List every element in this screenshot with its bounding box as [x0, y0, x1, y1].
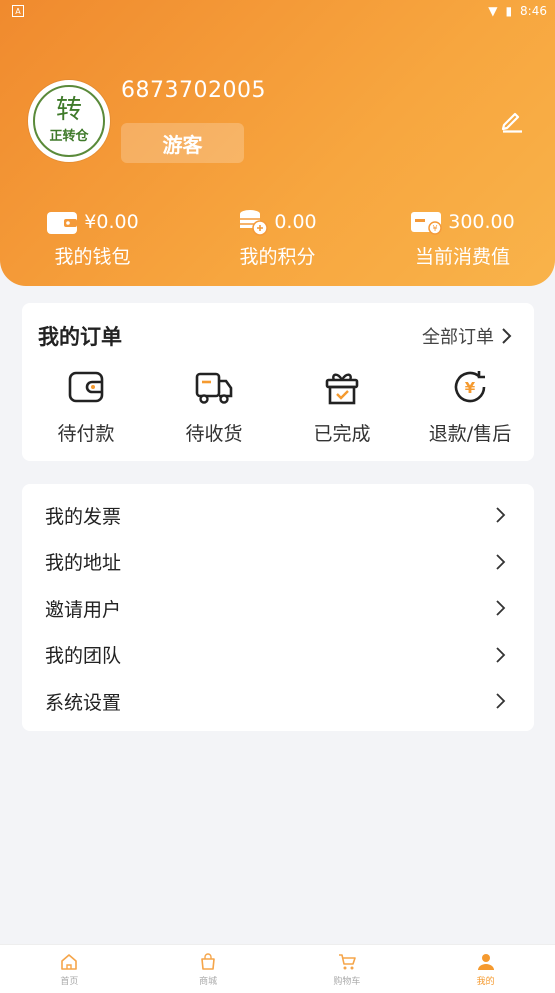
- wallet-icon: [68, 371, 104, 403]
- order-pending-payment[interactable]: 待付款: [22, 367, 150, 446]
- order-completed-label: 已完成: [313, 423, 371, 445]
- order-pending-receipt[interactable]: 待收货: [150, 367, 278, 446]
- gift-icon: [325, 373, 359, 405]
- svg-text:¥: ¥: [465, 379, 476, 397]
- notification-icon: A: [12, 5, 24, 17]
- consumption-label: 当前消费值: [414, 246, 510, 268]
- order-refund-label: 退款/售后: [428, 423, 512, 445]
- menu-item-address[interactable]: 我的地址: [22, 539, 534, 586]
- status-time: 8:46: [520, 4, 547, 18]
- user-id: 6873702005: [121, 78, 266, 103]
- tab-label: 我的: [476, 976, 495, 987]
- order-completed[interactable]: 已完成: [278, 367, 406, 446]
- menu-item-label: 系统设置: [45, 691, 122, 714]
- tab-label: 首页: [60, 976, 79, 987]
- tab-bar: 首页 商城 购物车 我的: [0, 944, 555, 993]
- stat-wallet[interactable]: ¥0.00 我的钱包: [0, 206, 185, 269]
- logo-icon: 转 正转仓: [33, 85, 105, 157]
- wallet-label: 我的钱包: [54, 246, 131, 268]
- menu-item-label: 邀请用户: [45, 598, 122, 621]
- coins-icon: [240, 210, 269, 236]
- status-bar: A ▼ ▮ 8:46: [0, 0, 555, 22]
- all-orders-link[interactable]: 全部订单: [422, 323, 512, 349]
- chevron-right-icon: [496, 600, 506, 616]
- chevron-right-icon: [496, 693, 506, 709]
- chevron-right-icon: [496, 554, 506, 570]
- wifi-icon: ▼: [488, 4, 498, 18]
- refund-icon: ¥: [454, 371, 486, 403]
- tab-mine[interactable]: 我的: [416, 945, 555, 993]
- menu-item-settings[interactable]: 系统设置: [22, 678, 534, 725]
- edit-icon[interactable]: [499, 107, 525, 133]
- menu-item-invoice[interactable]: 我的发票: [22, 492, 534, 539]
- order-pending-payment-label: 待付款: [57, 423, 115, 445]
- tab-cart[interactable]: 购物车: [278, 945, 417, 993]
- battery-icon: ▮: [505, 4, 513, 18]
- order-refund[interactable]: ¥ 退款/售后: [406, 367, 534, 446]
- menu-item-label: 我的发票: [45, 505, 122, 528]
- consumption-value: 300.00: [448, 211, 515, 233]
- stat-consumption[interactable]: ¥ 300.00 当前消费值: [370, 206, 555, 269]
- menu-item-label: 我的地址: [45, 552, 122, 575]
- orders-title: 我的订单: [38, 325, 122, 349]
- avatar[interactable]: 转 正转仓: [28, 80, 110, 162]
- stat-points[interactable]: 0.00 我的积分: [185, 206, 370, 269]
- wallet-value: ¥0.00: [84, 211, 139, 233]
- orders-card: 我的订单 全部订单 待付款 待收货 已完成 ¥ 退款/售后: [22, 303, 534, 461]
- menu-item-team[interactable]: 我的团队: [22, 632, 534, 679]
- tab-label: 购物车: [333, 976, 361, 987]
- tab-mall[interactable]: 商城: [139, 945, 278, 993]
- role-badge: 游客: [121, 123, 244, 163]
- chevron-right-icon: [502, 328, 512, 344]
- all-orders-label: 全部订单: [422, 327, 494, 348]
- tab-home[interactable]: 首页: [0, 945, 139, 993]
- cart-icon: [338, 953, 356, 969]
- order-pending-receipt-label: 待收货: [185, 423, 243, 445]
- points-value: 0.00: [274, 211, 317, 233]
- menu-item-invite[interactable]: 邀请用户: [22, 585, 534, 632]
- points-label: 我的积分: [239, 246, 316, 268]
- order-status-row: 待付款 待收货 已完成 ¥ 退款/售后: [22, 367, 534, 446]
- svg-text:转: 转: [56, 95, 82, 125]
- truck-icon: [195, 372, 233, 404]
- menu-card: 我的发票 我的地址 邀请用户 我的团队 系统设置: [22, 484, 534, 731]
- card-icon: ¥: [411, 212, 442, 235]
- chevron-right-icon: [496, 647, 506, 663]
- home-icon: [61, 953, 78, 970]
- menu-item-label: 我的团队: [45, 645, 122, 668]
- avatar-logo-text: 正转仓: [49, 128, 89, 144]
- wallet-icon: [47, 212, 78, 234]
- chevron-right-icon: [496, 507, 506, 523]
- svg-text:¥: ¥: [433, 224, 438, 233]
- tab-label: 商城: [199, 976, 218, 987]
- user-icon: [477, 953, 494, 970]
- bag-icon: [201, 952, 215, 970]
- stats-row: ¥0.00 我的钱包 0.00 我的积分 ¥ 300.00 当前消费值: [0, 206, 555, 269]
